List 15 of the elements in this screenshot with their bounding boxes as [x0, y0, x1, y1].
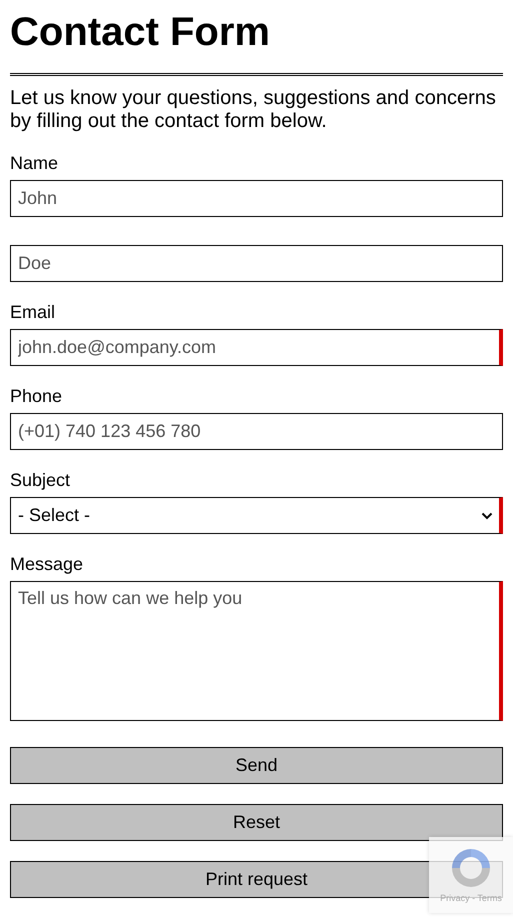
- field-label: Subject: [10, 470, 70, 491]
- page-title: Contact Form: [10, 9, 270, 55]
- field-label: Message: [10, 554, 84, 575]
- field-label: Phone: [10, 386, 62, 407]
- reset-button[interactable]: Reset: [10, 804, 503, 841]
- intro-text: Let us know your questions, suggestions and concerns by filling out the contact form below.: [10, 87, 497, 133]
- text-field[interactable]: (+01) 740 123 456 780: [10, 413, 503, 450]
- caret-icon: [481, 512, 493, 520]
- subject-dropdown[interactable]: - Select -: [10, 497, 503, 534]
- send-button[interactable]: Send: [10, 747, 503, 784]
- text-field[interactable]: Doe: [10, 245, 503, 282]
- text-field[interactable]: John: [10, 180, 503, 217]
- message-field[interactable]: Tell us how can we help you: [10, 581, 503, 721]
- field-label: Name: [10, 153, 58, 174]
- field-label: Email: [10, 302, 56, 323]
